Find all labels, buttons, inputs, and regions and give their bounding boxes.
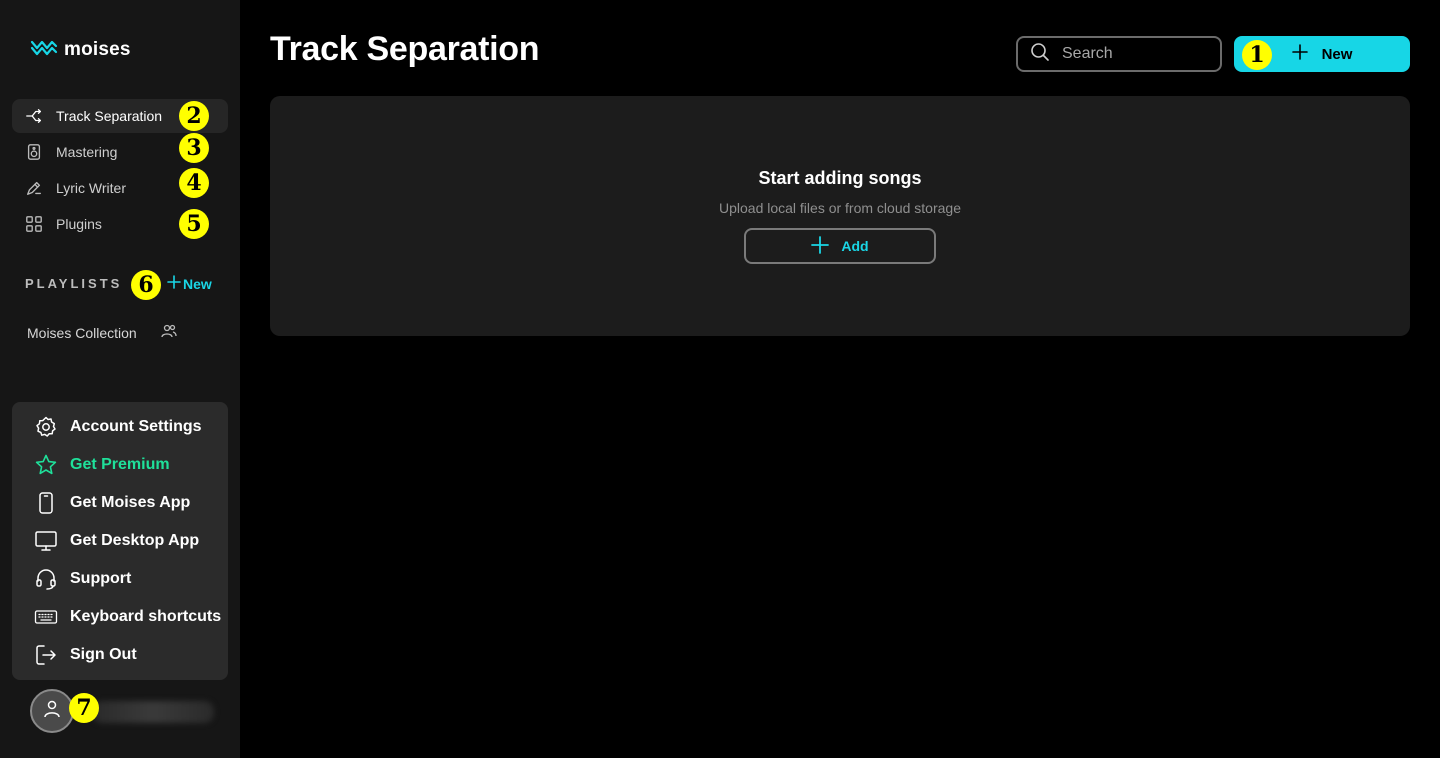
playlist-label: Moises Collection [27, 324, 137, 341]
menu-item-label: Support [70, 570, 132, 587]
moises-wave-icon [30, 38, 58, 61]
empty-state-subtitle: Upload local files or from cloud storage [718, 200, 961, 216]
phone-icon [34, 491, 58, 515]
gear-icon [34, 415, 58, 439]
menu-item-get-premium[interactable]: Get Premium [12, 446, 228, 484]
plus-icon [167, 275, 181, 292]
add-button-label: Add [841, 238, 869, 254]
menu-item-get-desktop-app[interactable]: Get Desktop App [12, 522, 228, 560]
sidebar-item-label: Plugins [56, 216, 102, 232]
speaker-icon [24, 142, 44, 162]
menu-item-support[interactable]: Support [12, 560, 228, 598]
annotation-badge-4: 4 [179, 168, 209, 198]
plus-icon [1291, 44, 1308, 64]
sidebar-item-label: Track Separation [56, 108, 163, 124]
new-playlist-button[interactable]: New [167, 275, 212, 292]
annotation-badge-7: 7 [69, 693, 99, 723]
playlists-header: PLAYLISTS [25, 276, 123, 291]
sign-out-icon [34, 643, 58, 667]
grid-icon [24, 214, 44, 234]
menu-item-keyboard-shortcuts[interactable]: Keyboard shortcuts [12, 598, 228, 636]
plus-icon [811, 235, 830, 257]
logo-text: moises [64, 38, 131, 60]
menu-item-label: Keyboard shortcuts [70, 608, 222, 625]
annotation-badge-1: 1 [1242, 40, 1272, 70]
headset-icon [34, 567, 58, 591]
menu-item-account-settings[interactable]: Account Settings [12, 408, 228, 446]
annotation-badge-6: 6 [131, 270, 161, 300]
account-menu: Account Settings Get Premium Get Moises … [12, 402, 228, 680]
annotation-badge-3: 3 [179, 133, 209, 163]
empty-state-panel: Start adding songs Upload local files or… [270, 96, 1410, 336]
annotation-badge-5: 5 [179, 209, 209, 239]
sidebar-item-label: Mastering [56, 144, 118, 160]
blurred-username [92, 701, 214, 723]
menu-item-label: Account Settings [70, 418, 202, 435]
user-avatar[interactable] [30, 689, 74, 733]
menu-item-get-moises-app[interactable]: Get Moises App [12, 484, 228, 522]
new-playlist-label: New [183, 275, 212, 292]
star-icon [34, 453, 58, 477]
split-arrows-icon [24, 106, 44, 126]
annotation-badge-2: 2 [179, 101, 209, 131]
menu-item-sign-out[interactable]: Sign Out [12, 636, 228, 674]
user-icon [42, 699, 62, 724]
new-button-label: New [1321, 45, 1353, 63]
search-field[interactable] [1016, 36, 1222, 72]
add-songs-button[interactable]: Add [744, 228, 936, 264]
page-title: Track Separation [270, 30, 540, 68]
empty-state-title: Start adding songs [758, 168, 922, 188]
menu-item-label: Get Moises App [70, 494, 191, 511]
menu-item-label: Get Desktop App [70, 532, 200, 549]
search-input[interactable] [1062, 45, 1212, 63]
search-icon [1030, 42, 1050, 67]
menu-item-label: Sign Out [70, 646, 137, 663]
keyboard-icon [34, 605, 58, 629]
monitor-icon [34, 529, 58, 553]
sidebar-item-label: Lyric Writer [56, 180, 126, 196]
moises-logo[interactable]: moises [30, 38, 131, 61]
people-icon [161, 324, 177, 341]
menu-item-label: Get Premium [70, 456, 170, 473]
pen-icon [24, 178, 44, 198]
playlist-item-moises-collection[interactable]: Moises Collection [27, 324, 177, 341]
